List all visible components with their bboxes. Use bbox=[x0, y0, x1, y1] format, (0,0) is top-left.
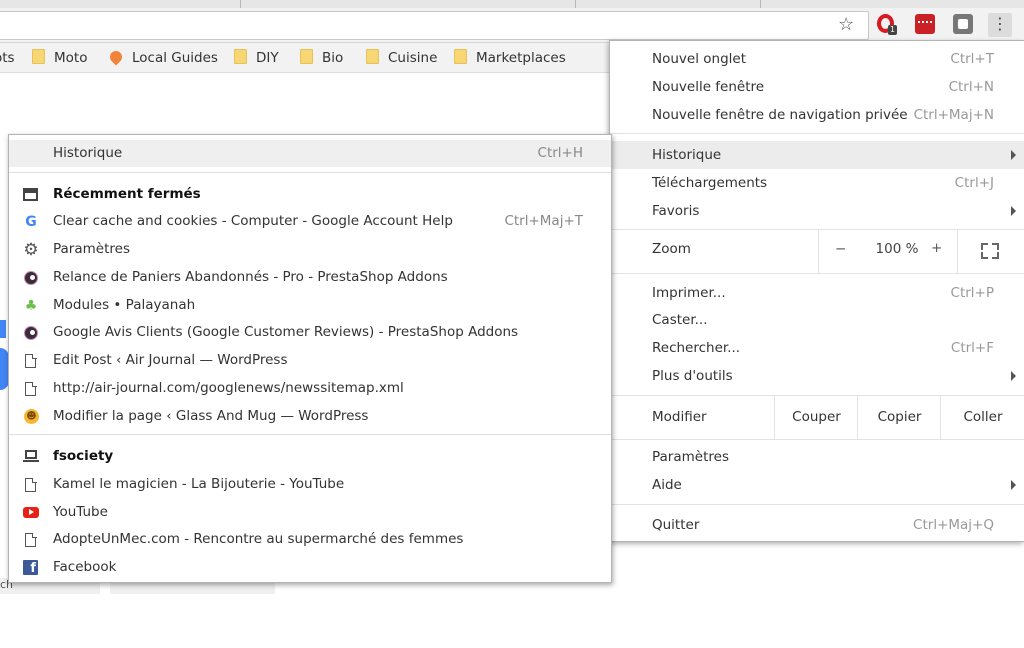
chrome-menu-button[interactable]: ⋮ bbox=[988, 13, 1012, 37]
folder-icon bbox=[300, 49, 313, 64]
laptop-icon bbox=[23, 450, 39, 462]
copy-button[interactable]: Copier bbox=[857, 395, 941, 439]
tab-divider bbox=[760, 0, 761, 8]
leaf-icon: ♣ bbox=[24, 298, 38, 314]
google-icon: G bbox=[25, 214, 37, 230]
prestashop-icon bbox=[24, 326, 38, 340]
history-submenu: Historique Ctrl+H Récemment fermés G Cle… bbox=[8, 134, 612, 583]
tab-divider bbox=[240, 0, 241, 8]
bookmark-link[interactable]: Local Guides bbox=[107, 48, 218, 67]
menu-item-history[interactable]: Historique bbox=[610, 141, 1024, 169]
menu-item-new-window[interactable]: Nouvelle fenêtre Ctrl+N bbox=[610, 73, 1024, 101]
bookmark-folder[interactable]: Bio bbox=[300, 49, 343, 67]
chrome-main-menu: Nouvel onglet Ctrl+T Nouvelle fenêtre Ct… bbox=[609, 40, 1024, 542]
gear-icon: ⚙ bbox=[23, 240, 39, 260]
bookmark-folder[interactable]: Cuisine bbox=[366, 49, 437, 67]
bookmark-folder[interactable]: ots bbox=[0, 49, 15, 67]
facebook-icon: f bbox=[23, 560, 38, 576]
file-icon bbox=[25, 353, 37, 368]
extension-icon[interactable] bbox=[953, 14, 973, 34]
folder-icon bbox=[32, 49, 45, 64]
device-heading: fsociety bbox=[9, 443, 611, 470]
history-item[interactable]: Google Avis Clients (Google Customer Rev… bbox=[9, 319, 611, 346]
menu-separator bbox=[610, 273, 1024, 274]
zoom-controls: − 100 % + bbox=[818, 229, 1024, 273]
edit-row: Modifier Couper Copier Coller bbox=[610, 395, 1024, 439]
menu-item-settings[interactable]: Paramètres bbox=[610, 443, 1024, 471]
tab-strip bbox=[0, 0, 1024, 8]
menu-separator bbox=[610, 133, 1024, 134]
zoom-level: 100 % bbox=[875, 241, 919, 257]
recently-closed-heading: Récemment fermés bbox=[9, 181, 611, 208]
cut-button[interactable]: Couper bbox=[774, 395, 858, 439]
history-item[interactable]: G Clear cache and cookies - Computer - G… bbox=[9, 208, 611, 235]
zoom-in-button[interactable]: + bbox=[931, 240, 942, 256]
submenu-arrow-icon bbox=[1011, 480, 1016, 490]
device-tab-item[interactable]: YouTube bbox=[9, 499, 611, 526]
bookmark-folder[interactable]: Marketplaces bbox=[454, 49, 566, 67]
bookmark-star-icon[interactable]: ☆ bbox=[838, 14, 854, 35]
tab-divider bbox=[575, 0, 576, 8]
device-tab-item[interactable]: AdopteUnMec.com - Rencontre au supermarc… bbox=[9, 526, 611, 553]
menu-separator bbox=[610, 439, 1024, 440]
submenu-arrow-icon bbox=[1011, 150, 1016, 160]
menu-separator bbox=[9, 172, 611, 173]
menu-item-help[interactable]: Aide bbox=[610, 471, 1024, 499]
browser-toolbar: ☆ 1 ⋮ bbox=[0, 8, 1024, 43]
lastpass-extension-icon[interactable] bbox=[915, 14, 935, 34]
device-tab-item[interactable]: Kamel le magicien - La Bijouterie - YouT… bbox=[9, 471, 611, 498]
menu-separator bbox=[610, 504, 1024, 505]
file-icon bbox=[25, 381, 37, 396]
map-pin-icon bbox=[107, 48, 125, 66]
submenu-arrow-icon bbox=[1011, 206, 1016, 216]
menu-item-print[interactable]: Imprimer... Ctrl+P bbox=[610, 279, 1024, 307]
bookmark-folder[interactable]: Moto bbox=[32, 49, 87, 67]
file-icon bbox=[25, 477, 37, 492]
menu-item-find[interactable]: Rechercher... Ctrl+F bbox=[610, 334, 1024, 362]
menu-item-more-tools[interactable]: Plus d'outils bbox=[610, 362, 1024, 390]
zoom-row: Zoom − 100 % + bbox=[610, 229, 1024, 273]
bookmark-folder[interactable]: DIY bbox=[234, 49, 279, 67]
extension-badge: 1 bbox=[888, 25, 898, 35]
folder-icon bbox=[454, 49, 467, 64]
zoom-out-button[interactable]: − bbox=[835, 241, 846, 257]
history-item[interactable]: Edit Post ‹ Air Journal — WordPress bbox=[9, 347, 611, 374]
menu-item-new-tab[interactable]: Nouvel onglet Ctrl+T bbox=[610, 45, 1024, 73]
opera-extension-icon[interactable]: 1 bbox=[876, 14, 898, 35]
device-tab-item[interactable]: f Facebook bbox=[9, 554, 611, 581]
submenu-arrow-icon bbox=[1011, 371, 1016, 381]
history-item[interactable]: Relance de Paniers Abandonnés - Pro - Pr… bbox=[9, 264, 611, 291]
paste-button[interactable]: Coller bbox=[940, 395, 1024, 439]
folder-icon bbox=[366, 49, 379, 64]
menu-item-cast[interactable]: Caster... bbox=[610, 306, 1024, 334]
history-submenu-header[interactable]: Historique Ctrl+H bbox=[9, 140, 611, 167]
smiley-icon: ☻ bbox=[24, 409, 39, 424]
fullscreen-icon bbox=[981, 243, 999, 259]
menu-item-incognito[interactable]: Nouvelle fenêtre de navigation privée Ct… bbox=[610, 101, 1024, 129]
file-icon bbox=[25, 532, 37, 547]
history-item[interactable]: ☻ Modifier la page ‹ Glass And Mug — Wor… bbox=[9, 403, 611, 430]
menu-item-bookmarks[interactable]: Favoris bbox=[610, 197, 1024, 225]
youtube-icon bbox=[23, 507, 39, 518]
history-item[interactable]: ♣ Modules • Palayanah bbox=[9, 292, 611, 319]
history-item[interactable]: ⚙ Paramètres bbox=[9, 236, 611, 263]
fullscreen-button[interactable] bbox=[957, 229, 1024, 273]
prestashop-icon bbox=[24, 271, 38, 285]
menu-separator bbox=[9, 434, 611, 435]
address-bar[interactable] bbox=[0, 11, 869, 40]
window-icon bbox=[23, 188, 38, 201]
menu-item-downloads[interactable]: Téléchargements Ctrl+J bbox=[610, 169, 1024, 197]
page-fragment bbox=[0, 320, 6, 338]
history-item[interactable]: http://air-journal.com/googlenews/newssi… bbox=[9, 375, 611, 402]
folder-icon bbox=[234, 49, 247, 64]
menu-item-quit[interactable]: Quitter Ctrl+Maj+Q bbox=[610, 511, 1024, 539]
